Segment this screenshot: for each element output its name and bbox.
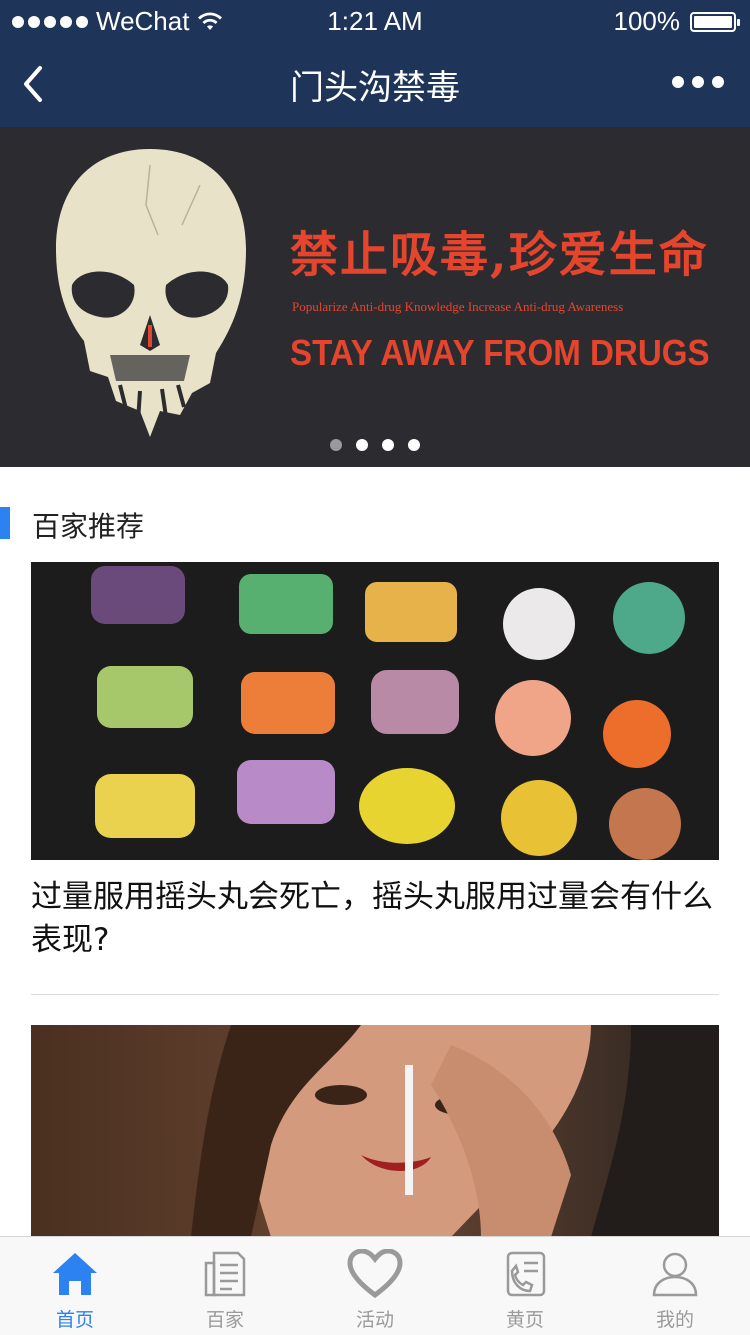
pills-photo xyxy=(31,562,719,860)
carousel-dot[interactable] xyxy=(382,439,394,451)
carousel-dot[interactable] xyxy=(408,439,420,451)
tab-home[interactable]: 首页 xyxy=(0,1237,150,1335)
banner-subtitle: Popularize Anti-drug Knowledge Increase … xyxy=(292,299,624,314)
article-image-pills[interactable] xyxy=(31,562,719,860)
carousel-pager[interactable] xyxy=(0,439,750,451)
section-title: 百家推荐 xyxy=(32,510,145,543)
tab-label: 我的 xyxy=(655,1309,694,1331)
tab-label: 黄页 xyxy=(505,1309,544,1331)
section-accent-bar xyxy=(0,507,10,539)
heart-hands-icon xyxy=(347,1249,403,1299)
banner-carousel[interactable]: 禁止吸毒,珍爱生命 Popularize Anti-drug Knowledge… xyxy=(0,127,750,467)
status-bar: WeChat 1:21 AM 100% xyxy=(0,0,750,40)
tab-label: 活动 xyxy=(355,1309,394,1331)
tab-baijia[interactable]: 百家 xyxy=(150,1237,300,1335)
battery-icon xyxy=(690,11,740,32)
more-dots-icon[interactable] xyxy=(672,76,724,88)
article-divider xyxy=(31,994,719,995)
bottom-tab-bar: 首页 百家 活动 黄页 我的 xyxy=(0,1236,750,1335)
document-icon xyxy=(204,1251,246,1297)
user-icon xyxy=(652,1252,698,1297)
tab-mine[interactable]: 我的 xyxy=(600,1237,750,1335)
article-image-person[interactable] xyxy=(31,1025,719,1237)
battery-fill xyxy=(694,15,732,28)
tab-label: 百家 xyxy=(205,1309,244,1331)
phone-book-icon xyxy=(506,1251,546,1297)
navigation-bar: 门头沟禁毒 xyxy=(0,40,750,127)
page-title: 门头沟禁毒 xyxy=(290,68,460,108)
tab-label: 首页 xyxy=(55,1309,94,1331)
banner-slogan: STAY AWAY FROM DRUGS xyxy=(290,332,710,373)
tab-yellow-pages[interactable]: 黄页 xyxy=(450,1237,600,1335)
article-title[interactable]: 过量服用摇头丸会死亡，摇头丸服用过量会有什么表现? xyxy=(31,876,721,962)
status-right: 100% xyxy=(613,6,740,37)
section-header: 百家推荐 xyxy=(0,505,750,543)
tab-activity[interactable]: 活动 xyxy=(300,1237,450,1335)
banner-headline: 禁止吸毒,珍爱生命 xyxy=(290,227,709,283)
battery-percent: 100% xyxy=(613,6,681,36)
carousel-dot[interactable] xyxy=(356,439,368,451)
person-photo xyxy=(31,1025,719,1237)
carousel-dot[interactable] xyxy=(330,439,342,451)
skull-icon xyxy=(56,149,246,437)
home-icon xyxy=(53,1253,97,1295)
